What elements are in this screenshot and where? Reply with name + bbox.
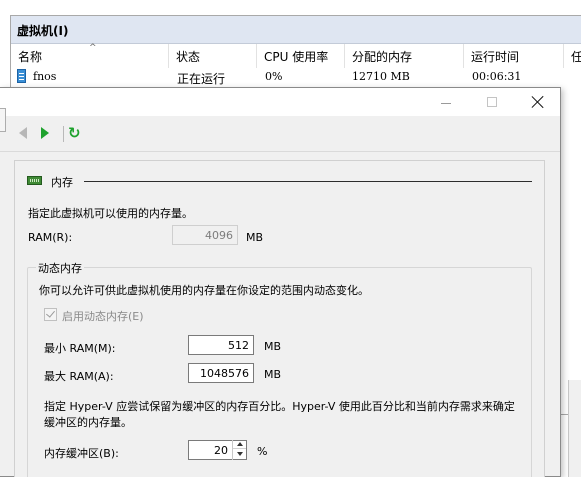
refresh-icon[interactable]: ↻ [68,126,81,141]
vm-settings-dialog: ↻ 内存 指定此虚拟机可以使用的内存量。 RAM(R): 4096 MB 动态内… [0,87,561,477]
vm-name: fnos [33,70,57,83]
vm-icon [17,69,26,83]
enable-dynamic-memory-label[interactable]: 启用动态内存(E) [62,308,144,324]
vm-memory: 12710 MB [352,70,410,83]
memory-description: 指定此虚拟机可以使用的内存量。 [28,207,193,220]
back-button[interactable] [19,126,33,140]
vm-uptime: 00:06:31 [472,70,522,83]
min-ram-label: 最小 RAM(M): [44,342,116,355]
minimize-button[interactable] [423,88,469,116]
ram-unit: MB [246,231,264,244]
close-button[interactable] [515,88,561,116]
min-ram-input[interactable]: 512 [188,335,254,355]
maximize-icon [487,97,497,107]
buffer-label: 内存缓冲区(B): [44,447,119,460]
dynamic-memory-group: 动态内存 你可以允许可供此虚拟机使用的内存量在你设定的范围内动态变化。 启用动态… [27,260,532,477]
sort-ascending-icon: ^ [89,43,97,53]
minimize-icon [441,102,451,104]
column-header-name[interactable]: 名称 ^ [11,43,169,68]
dialog-titlebar [0,88,560,116]
column-header-task[interactable]: 任 [564,44,581,68]
column-name-label: 名称 [18,50,43,64]
min-ram-unit: MB [264,340,282,353]
forward-play-icon [41,127,49,139]
enable-dynamic-memory-checkbox[interactable] [44,308,57,321]
back-arrow-icon [19,127,27,139]
dialog-toolbar [0,108,560,152]
dynamic-memory-title: 动态内存 [36,260,84,276]
memory-section-header: 内存 [27,175,532,189]
memory-chip-icon [27,176,42,185]
ram-input[interactable]: 4096 [172,225,238,245]
spin-down-icon[interactable] [233,449,246,458]
max-ram-unit: MB [264,368,282,381]
column-header-memory[interactable]: 分配的内存 [345,44,464,68]
checkmark-icon [46,308,55,318]
vm-state: 正在运行 [177,72,226,86]
close-icon [532,96,544,108]
memory-section-title: 内存 [51,176,73,189]
vm-list-header: 名称 ^ 状态 CPU 使用率 分配的内存 运行时间 任 [11,43,581,68]
buffer-description-line1: 指定 Hyper-V 应尝试保留为缓冲区的内存百分比。Hyper-V 使用此百分… [44,400,515,413]
max-ram-input[interactable]: 1048576 [188,363,254,383]
buffer-value: 20 [214,444,228,457]
hardware-tree-edge [0,108,6,132]
buffer-unit: % [257,445,268,458]
virtual-machines-title: 虚拟机(I) [11,16,581,44]
buffer-input[interactable]: 20 [188,440,247,460]
toolbar-separator [63,126,64,142]
column-header-cpu[interactable]: CPU 使用率 [257,44,345,68]
max-ram-label: 最大 RAM(A): [44,370,114,383]
maximize-button[interactable] [469,88,515,116]
vm-cpu: 0% [265,70,283,83]
vm-row[interactable]: fnos 正在运行 0% 12710 MB 00:06:31 [11,68,581,86]
column-header-state[interactable]: 状态 [169,44,257,68]
memory-settings-pane: 内存 指定此虚拟机可以使用的内存量。 RAM(R): 4096 MB 动态内存 … [14,160,545,477]
spin-up-icon[interactable] [233,440,246,449]
forward-button[interactable] [38,126,52,140]
ram-label: RAM(R): [28,231,73,244]
background-scroll-edge [568,380,581,477]
buffer-spinner[interactable] [232,440,246,460]
dynamic-memory-description: 你可以允许可供此虚拟机使用的内存量在你设定的范围内动态变化。 [39,284,369,297]
buffer-description-line2: 缓冲区的内存量。 [44,416,132,429]
section-divider [84,181,532,182]
column-header-uptime[interactable]: 运行时间 [464,44,564,68]
